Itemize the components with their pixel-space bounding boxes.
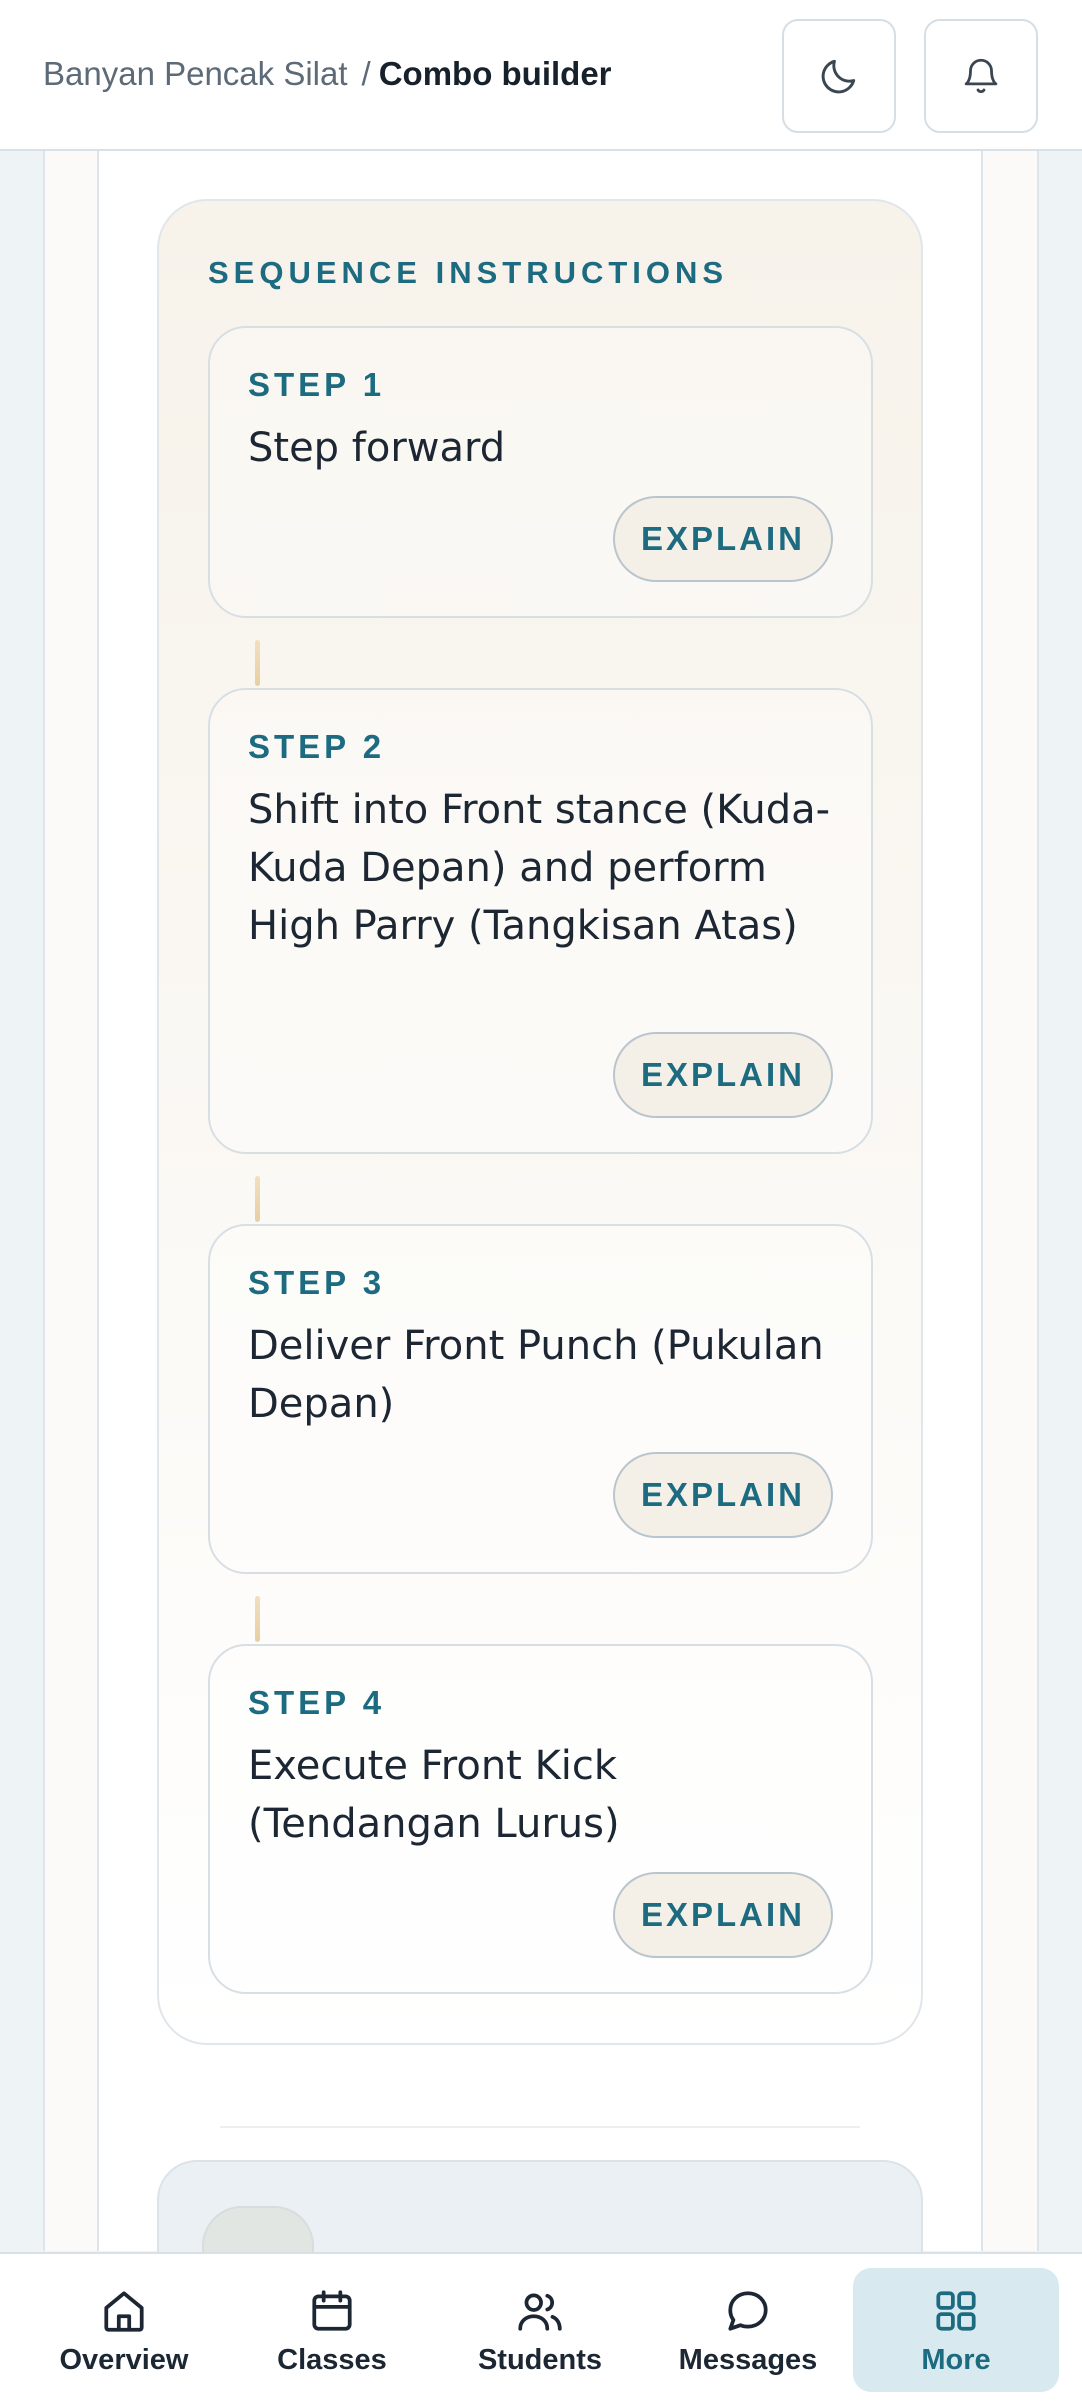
nav-label: Messages (678, 2344, 818, 2376)
step-card: STEP 1 Step forward EXPLAIN (208, 326, 873, 618)
explain-button[interactable]: EXPLAIN (613, 1872, 833, 1958)
step-card: STEP 3 Deliver Front Punch (Pukulan Depa… (208, 1224, 873, 1574)
step-text: Shift into Front stance (Kuda-Kuda Depan… (248, 787, 831, 949)
breadcrumb-separator: / (361, 55, 371, 92)
breadcrumb: Banyan Pencak Silat / Combo builder (43, 52, 612, 96)
step-text: Step forward (248, 425, 506, 471)
step-label: STEP 4 (248, 1684, 386, 1721)
step-connector (255, 1176, 260, 1222)
sequence-title: SEQUENCE INSTRUCTIONS (208, 255, 729, 290)
explain-button[interactable]: EXPLAIN (613, 496, 833, 582)
bell-icon (964, 58, 998, 93)
nav-item-classes[interactable]: Classes (229, 2268, 435, 2392)
explain-button[interactable]: EXPLAIN (613, 1032, 833, 1118)
step-label: STEP 2 (248, 728, 386, 765)
page-title: Combo builder (378, 55, 612, 92)
theme-toggle-button[interactable] (782, 19, 896, 133)
notifications-button[interactable] (924, 19, 1038, 133)
nav-label: Students (477, 2344, 603, 2376)
calendar-icon (312, 2290, 352, 2331)
step-label: STEP 1 (248, 366, 386, 403)
step-label: STEP 3 (248, 1264, 386, 1301)
nav-item-messages[interactable]: Messages (645, 2268, 851, 2392)
nav-label: Classes (277, 2344, 387, 2376)
bottom-navigation: Overview Classes Students Messages More (0, 2252, 1082, 2402)
nav-item-overview[interactable]: Overview (21, 2268, 227, 2392)
step-connector (255, 1596, 260, 1642)
top-bar: Banyan Pencak Silat / Combo builder (0, 0, 1082, 151)
nav-item-students[interactable]: Students (437, 2268, 643, 2392)
section-divider (220, 2126, 860, 2128)
step-text: Deliver Front Punch (Pukulan Depan) (248, 1323, 824, 1427)
chat-icon (728, 2291, 768, 2331)
moon-icon (821, 59, 856, 94)
breadcrumb-parent-link[interactable]: Banyan Pencak Silat (43, 55, 348, 92)
step-card: STEP 2 Shift into Front stance (Kuda-Kud… (208, 688, 873, 1154)
step-text: Execute Front Kick (Tendangan Lurus) (248, 1743, 620, 1847)
nav-label: More (921, 2344, 991, 2376)
nav-item-more[interactable]: More (853, 2268, 1059, 2392)
users-icon (518, 2293, 562, 2331)
home-icon (104, 2291, 144, 2332)
explain-button[interactable]: EXPLAIN (613, 1452, 833, 1538)
step-card: STEP 4 Execute Front Kick (Tendangan Lur… (208, 1644, 873, 1994)
grid-icon (936, 2291, 976, 2331)
step-connector (255, 640, 260, 686)
nav-label: Overview (59, 2344, 189, 2376)
